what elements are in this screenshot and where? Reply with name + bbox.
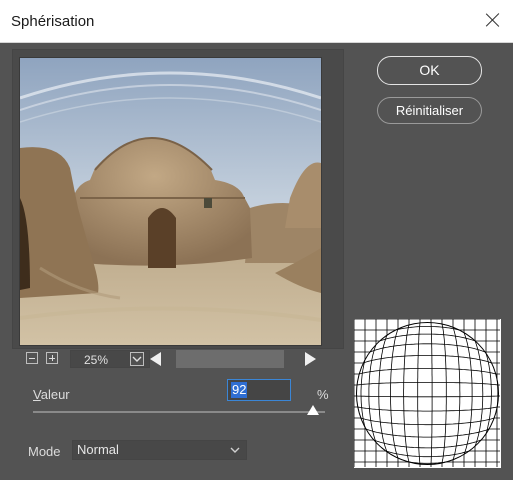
distortion-grid-preview	[354, 319, 501, 468]
value-slider-track[interactable]	[33, 411, 325, 413]
value-input[interactable]: 92	[227, 379, 291, 401]
horizontal-scrollbar[interactable]	[176, 350, 284, 368]
percent-label: %	[317, 387, 329, 402]
title-bar: Sphérisation	[0, 0, 513, 43]
triangle-left-icon[interactable]	[150, 352, 161, 366]
plus-square-icon[interactable]	[46, 352, 58, 364]
chevron-down-icon	[230, 447, 240, 453]
minus-square-icon[interactable]	[26, 352, 38, 364]
value-slider-thumb[interactable]	[307, 405, 320, 415]
preview-image[interactable]	[19, 57, 322, 346]
chevron-down-icon[interactable]	[130, 352, 144, 366]
value-label: Valeur	[33, 387, 70, 402]
value-label-mnemonic: V	[33, 387, 41, 402]
value-input-text: 92	[231, 382, 248, 398]
dialog-title: Sphérisation	[11, 13, 95, 30]
distortion-grid-icon	[354, 319, 500, 467]
mode-select[interactable]: Normal	[72, 440, 247, 460]
zoom-bar: 25%	[26, 349, 326, 369]
value-label-rest: aleur	[40, 387, 70, 402]
spherize-dialog: Sphérisation 25% Valeur 92 % Mode Normal…	[0, 0, 513, 480]
mode-select-value: Normal	[77, 442, 119, 457]
triangle-right-icon[interactable]	[305, 352, 316, 366]
close-icon[interactable]	[482, 9, 504, 31]
reset-button[interactable]: Réinitialiser	[377, 97, 482, 124]
ok-button[interactable]: OK	[377, 56, 482, 85]
mode-label: Mode	[28, 444, 61, 459]
